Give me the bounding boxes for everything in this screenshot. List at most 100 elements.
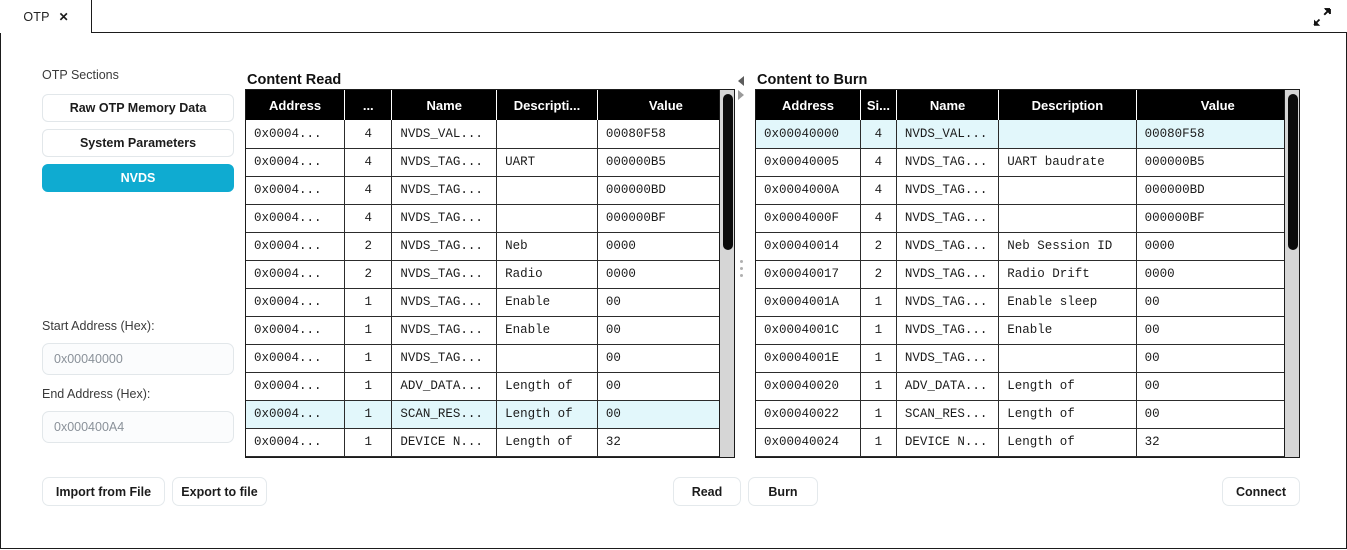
- cell-address[interactable]: 0x00040024: [756, 428, 861, 457]
- cell-address[interactable]: 0x0004001E: [756, 344, 861, 373]
- table-row[interactable]: 0x0004... 1 DEVICE N... Length of 32: [246, 428, 734, 457]
- cell-size[interactable]: 1: [860, 400, 897, 429]
- cell-address[interactable]: 0x0004...: [246, 344, 346, 373]
- cell-value[interactable]: 0000: [1136, 260, 1299, 289]
- cell-name[interactable]: NVDS_TAG...: [896, 204, 1000, 233]
- cell-name[interactable]: DEVICE N...: [391, 428, 498, 457]
- content-read-scrollbar-thumb[interactable]: [723, 94, 733, 250]
- content-read-column-header-3[interactable]: Descripti...: [496, 90, 598, 120]
- cell-value[interactable]: 32: [597, 428, 734, 457]
- content-to-burn-column-header-4[interactable]: Value: [1136, 90, 1299, 120]
- cell-name[interactable]: NVDS_TAG...: [896, 148, 1000, 177]
- cell-description[interactable]: Length of: [496, 372, 598, 401]
- sidebar-item-nvds[interactable]: NVDS: [42, 164, 234, 192]
- cell-description[interactable]: Length of: [998, 372, 1137, 401]
- cell-address[interactable]: 0x0004...: [246, 176, 346, 205]
- cell-size[interactable]: 4: [344, 148, 393, 177]
- cell-description[interactable]: Radio: [496, 260, 598, 289]
- cell-name[interactable]: NVDS_VAL...: [896, 120, 1000, 149]
- cell-address[interactable]: 0x0004...: [246, 372, 346, 401]
- cell-description[interactable]: Radio Drift: [998, 260, 1137, 289]
- cell-address[interactable]: 0x00040022: [756, 400, 861, 429]
- cell-value[interactable]: 000000BD: [597, 176, 734, 205]
- tab-otp[interactable]: OTP ✕: [1, 0, 92, 33]
- end-address-input[interactable]: [42, 411, 234, 443]
- cell-address[interactable]: 0x00040020: [756, 372, 861, 401]
- cell-value[interactable]: 00: [1136, 288, 1299, 317]
- cell-name[interactable]: ADV_DATA...: [896, 372, 1000, 401]
- cell-description[interactable]: [496, 120, 598, 149]
- table-row[interactable]: 0x0004... 1 NVDS_TAG... 00: [246, 344, 734, 373]
- cell-value[interactable]: 00: [597, 316, 734, 345]
- content-to-burn-scrollbar[interactable]: [1284, 90, 1299, 457]
- content-to-burn-column-header-3[interactable]: Description: [998, 90, 1137, 120]
- cell-value[interactable]: 00: [597, 344, 734, 373]
- cell-name[interactable]: SCAN_RES...: [896, 400, 1000, 429]
- cell-size[interactable]: 4: [860, 176, 897, 205]
- cell-description[interactable]: [496, 204, 598, 233]
- panel-splitter[interactable]: [738, 74, 750, 459]
- cell-address[interactable]: 0x0004...: [246, 316, 346, 345]
- cell-address[interactable]: 0x0004001A: [756, 288, 861, 317]
- table-row[interactable]: 0x0004... 1 SCAN_RES... Length of 00: [246, 400, 734, 429]
- cell-name[interactable]: ADV_DATA...: [391, 372, 498, 401]
- cell-size[interactable]: 1: [344, 400, 393, 429]
- cell-name[interactable]: DEVICE N...: [896, 428, 1000, 457]
- cell-address[interactable]: 0x0004...: [246, 288, 346, 317]
- cell-name[interactable]: NVDS_TAG...: [391, 344, 498, 373]
- content-to-burn-column-header-1[interactable]: Si...: [860, 90, 897, 120]
- cell-value[interactable]: 0000: [597, 232, 734, 261]
- cell-name[interactable]: NVDS_TAG...: [896, 260, 1000, 289]
- collapse-left-icon[interactable]: [738, 76, 744, 86]
- cell-address[interactable]: 0x0004...: [246, 204, 346, 233]
- cell-name[interactable]: NVDS_TAG...: [896, 344, 1000, 373]
- cell-value[interactable]: 00: [1136, 316, 1299, 345]
- cell-description[interactable]: Enable sleep: [998, 288, 1137, 317]
- cell-address[interactable]: 0x00040014: [756, 232, 861, 261]
- cell-name[interactable]: SCAN_RES...: [391, 400, 498, 429]
- cell-value[interactable]: 000000BF: [597, 204, 734, 233]
- table-row[interactable]: 0x0004... 1 NVDS_TAG... Enable 00: [246, 316, 734, 345]
- cell-value[interactable]: 000000B5: [597, 148, 734, 177]
- connect-button[interactable]: Connect: [1222, 477, 1300, 506]
- table-row[interactable]: 0x0004001E 1 NVDS_TAG... 00: [756, 344, 1299, 373]
- cell-description[interactable]: Neb: [496, 232, 598, 261]
- cell-size[interactable]: 2: [860, 232, 897, 261]
- table-row[interactable]: 0x0004000F 4 NVDS_TAG... 000000BF: [756, 204, 1299, 233]
- cell-value[interactable]: 0000: [597, 260, 734, 289]
- sidebar-item-raw-otp-memory-data[interactable]: Raw OTP Memory Data: [42, 94, 234, 122]
- cell-name[interactable]: NVDS_TAG...: [896, 232, 1000, 261]
- cell-description[interactable]: Enable: [496, 288, 598, 317]
- cell-address[interactable]: 0x00040000: [756, 120, 861, 149]
- cell-value[interactable]: 00: [597, 372, 734, 401]
- table-row[interactable]: 0x0004001A 1 NVDS_TAG... Enable sleep 00: [756, 288, 1299, 317]
- cell-name[interactable]: NVDS_TAG...: [896, 316, 1000, 345]
- cell-name[interactable]: NVDS_TAG...: [391, 260, 498, 289]
- cell-address[interactable]: 0x0004...: [246, 232, 346, 261]
- cell-address[interactable]: 0x0004...: [246, 428, 346, 457]
- cell-size[interactable]: 1: [860, 344, 897, 373]
- cell-value[interactable]: 00: [597, 400, 734, 429]
- table-row[interactable]: 0x00040024 1 DEVICE N... Length of 32: [756, 428, 1299, 457]
- cell-name[interactable]: NVDS_TAG...: [896, 176, 1000, 205]
- cell-size[interactable]: 1: [344, 372, 393, 401]
- table-row[interactable]: 0x0004... 1 ADV_DATA... Length of 00: [246, 372, 734, 401]
- collapse-right-icon[interactable]: [738, 90, 744, 100]
- table-row[interactable]: 0x0004000A 4 NVDS_TAG... 000000BD: [756, 176, 1299, 205]
- cell-value[interactable]: 000000BF: [1136, 204, 1299, 233]
- table-row[interactable]: 0x0004... 4 NVDS_TAG... 000000BF: [246, 204, 734, 233]
- cell-size[interactable]: 1: [344, 288, 393, 317]
- content-read-column-header-4[interactable]: Value: [597, 90, 734, 120]
- cell-description[interactable]: Neb Session ID: [998, 232, 1137, 261]
- content-to-burn-grid[interactable]: Address Si... Name Description Value 0x00040…: [755, 89, 1300, 458]
- cell-description[interactable]: Enable: [496, 316, 598, 345]
- cell-description[interactable]: Enable: [998, 316, 1137, 345]
- table-row[interactable]: 0x00040020 1 ADV_DATA... Length of 00: [756, 372, 1299, 401]
- cell-value[interactable]: 0000: [1136, 232, 1299, 261]
- cell-value[interactable]: 00: [1136, 344, 1299, 373]
- content-read-grid[interactable]: Address... Name Descripti... Value 0x0004..…: [245, 89, 735, 458]
- cell-description[interactable]: [496, 344, 598, 373]
- expand-diagonal-icon[interactable]: [1311, 6, 1333, 28]
- cell-size[interactable]: 1: [860, 288, 897, 317]
- table-row[interactable]: 0x0004... 4 NVDS_TAG... UART 000000B5: [246, 148, 734, 177]
